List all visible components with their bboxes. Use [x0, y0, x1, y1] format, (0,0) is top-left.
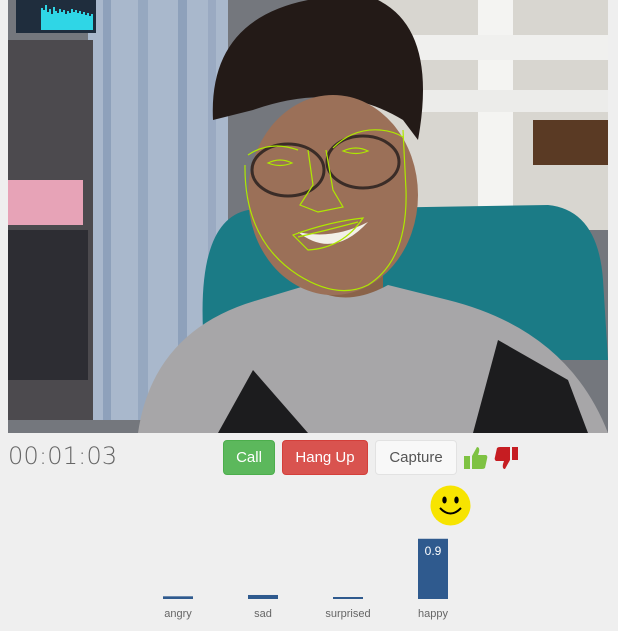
- webcam-video: [8, 0, 608, 433]
- emotion-bar-surprised: [333, 597, 363, 599]
- emotion-bar-angry: [163, 596, 193, 599]
- emotion-bar-chart: angry sad surprised 0.9 happy: [163, 538, 448, 620]
- call-button[interactable]: Call: [223, 440, 275, 475]
- call-timer: 00:01:03: [8, 442, 118, 470]
- hang-up-button[interactable]: Hang Up: [282, 440, 368, 475]
- thumbs-up-icon[interactable]: [463, 445, 489, 471]
- capture-button[interactable]: Capture: [375, 440, 457, 475]
- emotion-chart: angry sad surprised 0.9 happy: [150, 530, 470, 626]
- emotion-bar-value-happy: 0.9: [425, 544, 442, 558]
- emotion-bar-sad: [248, 594, 278, 599]
- emotion-label-surprised: surprised: [325, 608, 370, 620]
- webcam-frame: [8, 0, 608, 433]
- emotion-label-happy: happy: [418, 608, 448, 620]
- thumbs-down-icon[interactable]: [493, 445, 519, 471]
- audio-visualizer: [16, 0, 96, 33]
- smiley-face-icon: [430, 485, 471, 526]
- audio-waveform: [41, 5, 93, 30]
- emotion-label-sad: sad: [254, 608, 272, 620]
- emotion-label-angry: angry: [164, 608, 192, 620]
